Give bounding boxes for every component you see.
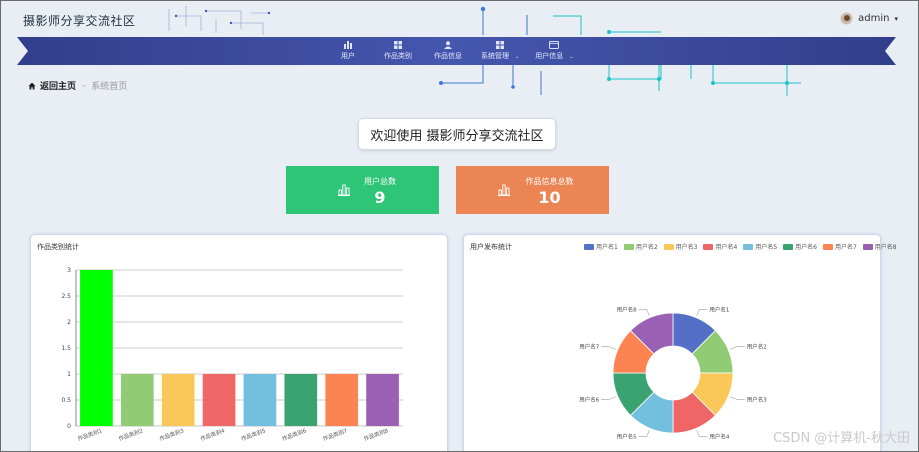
- chevron-down-icon: ▾: [894, 14, 898, 23]
- bar-chart: 0 0.5 1 1.5 2 2.5 3 作品类别1 作品类别2 作品类别3 作品类别4 作品类别5 作品…: [61, 267, 403, 443]
- user-menu[interactable]: admin ▾: [840, 12, 898, 25]
- pie-chart: 用户名1 用户名2 用户名3 用户名4 用户名5 用户名6 用户名7 用户名8: [579, 305, 768, 441]
- user-name: admin: [858, 13, 890, 24]
- nav-item-text: 用户信息: [535, 52, 564, 60]
- slice-label: 用户名1: [709, 305, 729, 313]
- slice-label: 用户名7: [579, 343, 600, 351]
- stat-label: 作品信息总数: [525, 177, 574, 186]
- x-tick-label: 作品类别7: [322, 426, 349, 442]
- nav-item-label: 用户: [341, 52, 355, 60]
- breadcrumb-current: 系统首页: [91, 82, 128, 92]
- label-line: [638, 309, 650, 316]
- stat-value: 9: [374, 188, 386, 207]
- app-title: 摄影师分享交流社区: [23, 14, 136, 28]
- stat-card-text: 作品信息总数 10: [522, 176, 577, 207]
- label-line: [638, 430, 650, 437]
- stat-card-works: 作品信息总数 10: [456, 166, 609, 214]
- x-tick-label: 作品类别3: [158, 426, 185, 442]
- bar[interactable]: [366, 374, 399, 426]
- y-tick-label: 1: [67, 371, 71, 378]
- bar[interactable]: [243, 374, 277, 426]
- main-nav: 用户 作品类别 作品信息 系统管理 ⌄ 用户信息 ⌄: [331, 37, 573, 65]
- nav-item-users[interactable]: 用户: [331, 37, 365, 65]
- pie-chart-panel: 用户发布统计 用户名1 用户名2 用户名3 用户名4 用户名5 用户名6 用户名7 用户名8 …: [463, 234, 897, 451]
- x-tick-label: 作品类别6: [281, 426, 308, 442]
- bar-chart-icon: [344, 41, 352, 49]
- breadcrumb-separator: -: [82, 80, 86, 91]
- bar-chart-icon: [338, 184, 350, 196]
- stat-card-users: 用户总数 9: [286, 166, 439, 214]
- y-tick-label: 2.5: [61, 293, 71, 300]
- nav-item-user-info[interactable]: 用户信息 ⌄: [535, 37, 573, 65]
- slice-label: 用户名6: [579, 395, 600, 403]
- y-tick-label: 0.5: [61, 397, 71, 404]
- monitor-icon: [549, 41, 560, 49]
- nav-item-work-info[interactable]: 作品信息: [431, 37, 465, 65]
- nav-item-label: 作品类别: [384, 52, 412, 60]
- stat-value: 10: [538, 188, 561, 207]
- home-icon: [28, 82, 36, 89]
- label-line: [696, 430, 708, 437]
- grid-icon: [394, 41, 402, 49]
- nav-item-work-category[interactable]: 作品类别: [381, 37, 415, 65]
- stat-card-text: 用户总数 9: [362, 176, 398, 207]
- avatar: [840, 12, 854, 25]
- nav-item-label: 系统管理 ⌄: [481, 51, 519, 61]
- bar[interactable]: [284, 374, 318, 426]
- grid-icon: [496, 41, 505, 49]
- slice-label: 用户名3: [747, 395, 768, 403]
- y-tick-label: 2: [67, 319, 71, 326]
- label-line: [730, 346, 745, 350]
- nav-item-system[interactable]: 系统管理 ⌄: [481, 37, 519, 65]
- x-tick-label: 作品类别5: [240, 426, 267, 442]
- person-icon: [444, 41, 452, 49]
- bar[interactable]: [202, 374, 236, 426]
- slice-label: 用户名8: [617, 305, 638, 313]
- label-line: [601, 346, 616, 350]
- bar[interactable]: [325, 374, 359, 426]
- x-tick-label: 作品类别8: [363, 426, 390, 442]
- y-tick-label: 0: [67, 423, 71, 430]
- app-frame: 摄影师分享交流社区 admin ▾ 用户 作品类别 作品信息 系统管理 ⌄ 用户…: [0, 0, 919, 452]
- bar-chart-panel: 作品类别统计 0 0.5 1 1.5 2 2.5 3 作品类别1 作品类别2 作品类别3 作品类别4…: [30, 234, 448, 451]
- nav-item-label: 用户信息 ⌄: [535, 51, 573, 61]
- bar[interactable]: [161, 374, 195, 426]
- welcome-banner: 欢迎使用 摄影师分享交流社区: [358, 118, 556, 150]
- label-line: [730, 396, 745, 400]
- y-tick-label: 3: [67, 267, 71, 274]
- bar[interactable]: [120, 374, 154, 426]
- x-tick-label: 作品类别4: [199, 426, 226, 442]
- x-tick-label: 作品类别2: [117, 426, 144, 442]
- bar-chart-icon: [498, 184, 510, 196]
- nav-item-label: 作品信息: [434, 52, 462, 60]
- stat-label: 用户总数: [364, 177, 396, 186]
- watermark: CSDN @计算机-秋大田: [773, 431, 910, 446]
- chevron-down-icon: ⌄: [515, 54, 520, 60]
- bar[interactable]: [80, 270, 113, 426]
- label-line: [601, 396, 616, 400]
- breadcrumb-home-link[interactable]: 返回主页: [40, 79, 76, 92]
- chevron-down-icon: ⌄: [569, 54, 574, 60]
- slice-label: 用户名2: [747, 343, 767, 351]
- label-line: [696, 309, 708, 316]
- breadcrumb: 返回主页 - 系统首页: [28, 79, 127, 92]
- nav-item-text: 系统管理: [481, 52, 509, 60]
- slice-label: 用户名5: [617, 433, 638, 441]
- x-tick-label: 作品类别1: [76, 426, 103, 442]
- slice-label: 用户名4: [709, 433, 730, 441]
- y-tick-label: 1.5: [61, 345, 71, 352]
